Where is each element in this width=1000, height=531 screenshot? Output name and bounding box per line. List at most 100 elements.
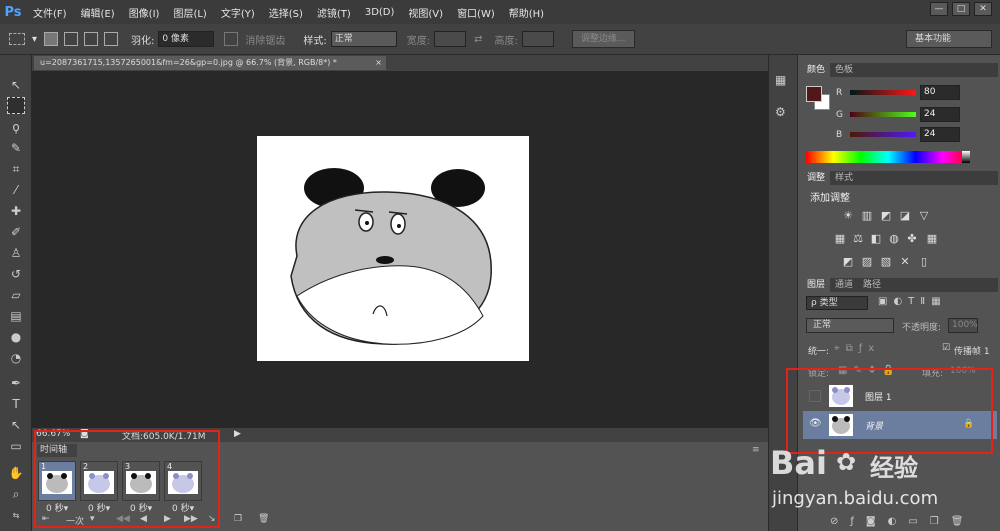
tools-panel: ↖ ϙ ✎ ⌗ ⁄ ✚ ✐ ♙ ↺ ▱ ▤ ● ◔ ✒ T ↖ ▭ ✋ ⌕ ⇆ (0, 55, 32, 531)
crop-tool-icon[interactable]: ⌗ (7, 161, 25, 178)
zoom-tool-icon[interactable]: ⌕ (7, 486, 25, 503)
gradient-tool-icon[interactable]: ▤ (7, 308, 25, 325)
photo-filter-icon[interactable]: ◍ (888, 233, 900, 244)
menu-file[interactable]: 文件(F) (26, 5, 74, 20)
healing-brush-tool-icon[interactable]: ✚ (7, 203, 25, 220)
tab-swatches[interactable]: 色板 (830, 63, 858, 77)
menu-type[interactable]: 文字(Y) (214, 5, 262, 20)
tab-color[interactable]: 颜色 (802, 63, 831, 77)
exposure-icon[interactable]: ◪ (899, 210, 911, 221)
red-slider[interactable] (850, 90, 916, 95)
menu-help[interactable]: 帮助(H) (502, 5, 551, 20)
foreground-color-swatch[interactable] (806, 86, 822, 102)
eyedropper-tool-icon[interactable]: ⁄ (7, 182, 25, 199)
eraser-tool-icon[interactable]: ▱ (7, 287, 25, 304)
refine-edge-button[interactable]: 调整边缘... (571, 30, 635, 48)
maximize-button[interactable]: □ (952, 2, 970, 16)
blue-slider[interactable] (850, 132, 916, 137)
history-panel-icon[interactable]: ▦ (775, 73, 786, 87)
levels-icon[interactable]: ▥ (861, 210, 873, 221)
document-canvas[interactable] (257, 136, 529, 361)
channel-mixer-icon[interactable]: ✤ (906, 233, 918, 244)
close-button[interactable]: ✕ (974, 2, 992, 16)
tab-adjustments[interactable]: 调整 (802, 171, 831, 185)
dodge-tool-icon[interactable]: ◔ (7, 350, 25, 367)
marquee-tool-icon[interactable] (9, 33, 25, 45)
threshold-icon[interactable]: ▧ (880, 256, 892, 267)
delete-frame-icon[interactable]: 🗑 (258, 514, 269, 524)
history-brush-tool-icon[interactable]: ↺ (7, 266, 25, 283)
green-input[interactable]: 24 (920, 107, 960, 122)
new-selection-icon[interactable] (44, 32, 59, 46)
annotation-box-layers (786, 368, 993, 454)
tab-channels[interactable]: 通道 (830, 278, 858, 292)
color-lookup-icon[interactable]: ▦ (926, 233, 938, 244)
selective-color-icon[interactable]: ✕ (899, 256, 911, 267)
tab-styles[interactable]: 样式 (830, 171, 858, 185)
invert-icon[interactable]: ◩ (842, 256, 854, 267)
posterize-icon[interactable]: ▨ (861, 256, 873, 267)
antialias-checkbox[interactable] (224, 32, 239, 46)
width-input[interactable] (434, 31, 467, 47)
grayscale-ramp[interactable] (962, 151, 970, 163)
curves-icon[interactable]: ◩ (880, 210, 892, 221)
menu-window[interactable]: 窗口(W) (450, 5, 502, 20)
intersect-selection-icon[interactable] (104, 32, 119, 46)
menu-image[interactable]: 图像(I) (122, 5, 167, 20)
color-balance-icon[interactable]: ⚖ (852, 233, 864, 244)
workspace-select[interactable]: 基本功能 (906, 30, 992, 48)
clone-stamp-tool-icon[interactable]: ♙ (7, 245, 25, 262)
green-slider[interactable] (850, 112, 916, 117)
status-arrow-icon[interactable]: ▶ (234, 429, 241, 439)
tool-preset-chevron-icon[interactable]: ▾ (32, 34, 37, 45)
document-tab[interactable]: u=2087361715,1357265001&fm=26&gp=0.jpg @… (34, 56, 386, 70)
blur-tool-icon[interactable]: ● (7, 329, 25, 346)
menu-view[interactable]: 视图(V) (401, 5, 450, 20)
add-selection-icon[interactable] (64, 32, 79, 46)
shape-tool-icon[interactable]: ▭ (7, 438, 25, 455)
tab-paths[interactable]: 路径 (858, 278, 886, 292)
opacity-input[interactable]: 100% (948, 318, 978, 333)
color-spectrum[interactable] (806, 151, 970, 163)
style-select[interactable]: 正常 (330, 31, 397, 47)
opacity-label: 不透明度: (902, 323, 942, 333)
blue-input[interactable]: 24 (920, 127, 960, 142)
vibrance-icon[interactable]: ▽ (918, 210, 930, 221)
swap-colors-icon[interactable]: ⇆ (7, 507, 25, 524)
type-tool-icon[interactable]: T (7, 396, 25, 413)
subtract-selection-icon[interactable] (84, 32, 99, 46)
pen-tool-icon[interactable]: ✒ (7, 375, 25, 392)
duplicate-frame-icon[interactable]: ❐ (234, 514, 242, 524)
marquee-tool-icon[interactable] (7, 97, 25, 114)
close-tab-icon[interactable]: × (375, 56, 382, 70)
properties-panel-icon[interactable]: ⚙ (775, 105, 786, 119)
watermark-brand: Bai (770, 444, 827, 482)
menu-edit[interactable]: 编辑(E) (74, 5, 122, 20)
move-tool-icon[interactable]: ↖ (7, 77, 25, 94)
menu-filter[interactable]: 滤镜(T) (310, 5, 358, 20)
menu-select[interactable]: 选择(S) (262, 5, 310, 20)
brightness-icon[interactable]: ☀ (842, 210, 854, 221)
height-input[interactable] (521, 31, 554, 47)
propagate-checkbox[interactable]: ☑ (942, 343, 950, 353)
menu-layer[interactable]: 图层(L) (166, 5, 213, 20)
hue-saturation-icon[interactable]: ▦ (834, 233, 846, 244)
hand-tool-icon[interactable]: ✋ (7, 465, 25, 482)
menu-3d[interactable]: 3D(D) (358, 7, 402, 18)
brush-tool-icon[interactable]: ✐ (7, 224, 25, 241)
tab-layers[interactable]: 图层 (802, 278, 831, 292)
blend-mode-select[interactable]: 正常 (806, 318, 894, 333)
gradient-map-icon[interactable]: ▯ (918, 256, 930, 267)
feather-input[interactable]: 0 像素 (158, 31, 215, 47)
unify-icons[interactable]: ⌖⧉ƒx (834, 343, 880, 354)
black-white-icon[interactable]: ◧ (870, 233, 882, 244)
lasso-tool-icon[interactable]: ϙ (7, 119, 25, 136)
path-select-tool-icon[interactable]: ↖ (7, 417, 25, 434)
layer-filter-icons[interactable]: ▣◐TⅡ▦ (878, 296, 947, 307)
red-input[interactable]: 80 (920, 85, 960, 100)
swap-icon[interactable]: ⇄ (474, 34, 482, 45)
timeline-menu-icon[interactable]: ≡ (752, 445, 760, 455)
quick-select-tool-icon[interactable]: ✎ (7, 140, 25, 157)
layer-filter-select[interactable]: ρ 类型 (806, 296, 868, 310)
minimize-button[interactable]: — (930, 2, 948, 16)
